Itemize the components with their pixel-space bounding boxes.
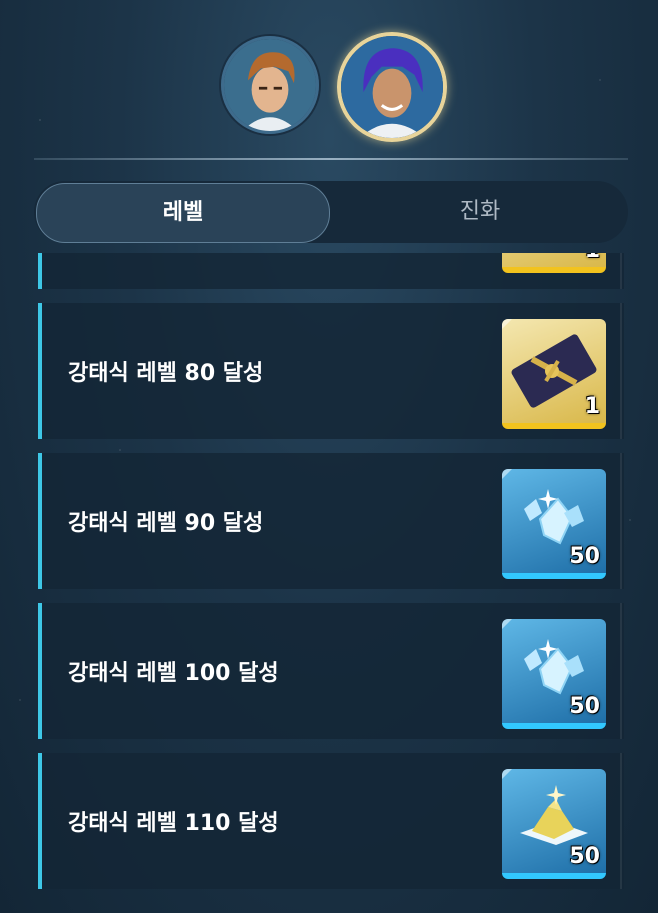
character-avatar-2[interactable] <box>337 32 447 142</box>
reward-quantity: 50 <box>569 544 600 569</box>
reward-list[interactable]: 1 강태식 레벨 80 달성 1 강태식 레벨 90 달성 <box>38 253 626 898</box>
reward-item[interactable]: 50 <box>502 769 606 879</box>
tab-bar: 레벨 진화 <box>34 181 628 243</box>
reward-label: 강태식 레벨 80 달성 <box>68 361 264 386</box>
character-avatar-1[interactable] <box>221 36 319 134</box>
reward-item[interactable]: 50 <box>502 469 606 579</box>
reward-label: 강태식 레벨 90 달성 <box>68 511 264 536</box>
reward-item[interactable]: 1 <box>502 319 606 429</box>
reward-quantity: 50 <box>569 844 600 869</box>
reward-item[interactable]: 1 <box>502 253 606 273</box>
reward-item[interactable]: 50 <box>502 619 606 729</box>
reward-quantity: 1 <box>585 253 600 263</box>
divider <box>34 158 628 160</box>
list-item: 강태식 레벨 100 달성 50 <box>38 603 624 739</box>
tab-level[interactable]: 레벨 <box>36 183 330 243</box>
list-item: 강태식 레벨 110 달성 50 <box>38 753 624 889</box>
list-item: 강태식 레벨 90 달성 50 <box>38 453 624 589</box>
reward-label: 강태식 레벨 110 달성 <box>68 811 279 836</box>
reward-label: 강태식 레벨 100 달성 <box>68 661 279 686</box>
character-portrait-icon <box>224 39 316 131</box>
list-item-partial: 1 <box>38 253 624 289</box>
character-selector <box>0 30 658 142</box>
character-portrait-icon <box>341 36 443 138</box>
reward-quantity: 1 <box>584 394 600 419</box>
list-item: 강태식 레벨 80 달성 1 <box>38 303 624 439</box>
tab-evolution[interactable]: 진화 <box>332 181 628 243</box>
reward-quantity: 50 <box>569 694 600 719</box>
